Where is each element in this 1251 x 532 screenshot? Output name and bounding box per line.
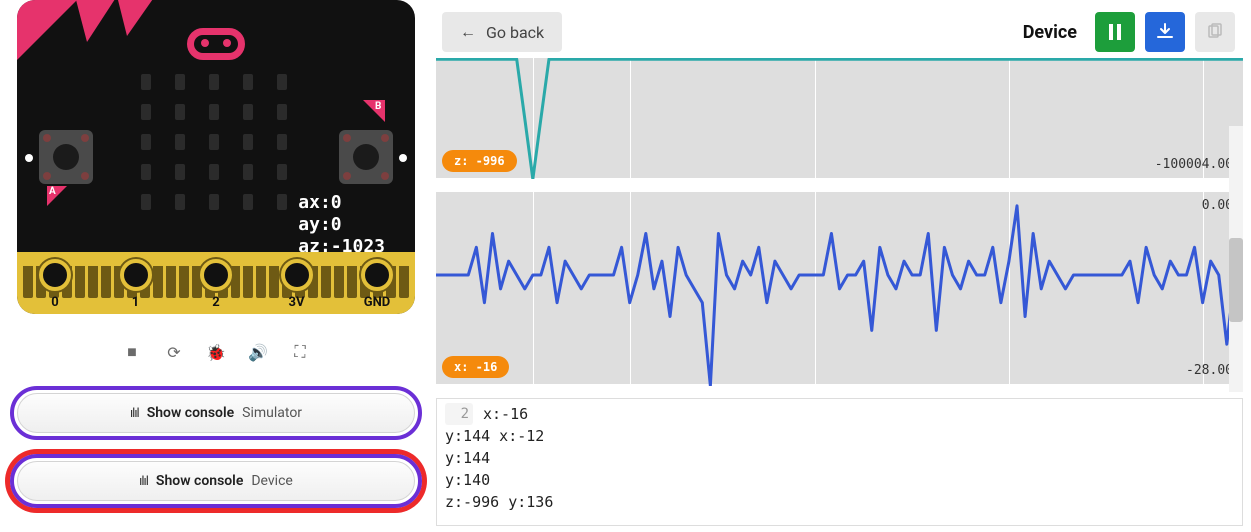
show-console-simulator[interactable]: ılıl Show console Simulator bbox=[10, 386, 422, 440]
download-icon bbox=[1156, 23, 1174, 41]
bug-icon[interactable]: 🐞 bbox=[200, 336, 232, 368]
arrow-left-icon: ← bbox=[460, 22, 476, 42]
console-label: Show console bbox=[156, 473, 243, 489]
log-gutter: 2 bbox=[445, 403, 473, 425]
accel-ay: ay:0 bbox=[298, 214, 385, 236]
chart-z: z: -996 -100004.00 bbox=[436, 58, 1243, 178]
pause-icon bbox=[1108, 24, 1122, 40]
log-line: x:-16 bbox=[483, 403, 528, 425]
pause-button[interactable] bbox=[1095, 12, 1135, 52]
pin-0[interactable]: 0 bbox=[31, 259, 79, 314]
chart-z-min: -100004.00 bbox=[1155, 157, 1233, 172]
button-a[interactable] bbox=[39, 130, 93, 184]
console-target: Simulator bbox=[242, 405, 302, 421]
go-back-button[interactable]: ← Go back bbox=[442, 12, 562, 52]
download-button[interactable] bbox=[1145, 12, 1185, 52]
fullscreen-icon[interactable]: ⛶ bbox=[284, 336, 316, 368]
stop-icon[interactable]: ■ bbox=[116, 336, 148, 368]
pin-1[interactable]: 1 bbox=[112, 259, 160, 314]
accel-ax: ax:0 bbox=[298, 192, 385, 214]
console-label: Show console bbox=[147, 405, 234, 421]
refresh-icon[interactable]: ⟳ bbox=[158, 336, 190, 368]
log-line: z:-996 y:136 bbox=[445, 491, 553, 513]
label-a: A bbox=[49, 186, 56, 197]
go-back-label: Go back bbox=[486, 23, 544, 42]
pin-2[interactable]: 2 bbox=[192, 259, 240, 314]
pin-3v[interactable]: 3V bbox=[273, 259, 321, 314]
chart-x-min: -28.00 bbox=[1186, 363, 1233, 378]
accel-readout: ax:0 ay:0 az:-1023 bbox=[298, 192, 385, 258]
led-matrix bbox=[141, 74, 289, 206]
copy-icon bbox=[1206, 23, 1224, 41]
chart-x-badge: x: -16 bbox=[442, 356, 509, 378]
sim-toolbar: ■ ⟳ 🐞 🔊 ⛶ bbox=[111, 332, 321, 372]
sound-icon[interactable]: 🔊 bbox=[242, 336, 274, 368]
log-line: y:140 bbox=[445, 469, 490, 491]
microbit-simulator[interactable]: A B ax:0 ay:0 az:-1023 0 1 2 3V GND bbox=[17, 0, 415, 314]
pin-gnd[interactable]: GND bbox=[353, 259, 401, 314]
console-log[interactable]: 2 x:-16 y:144 x:-12 y:144 y:140 z:-996 y:… bbox=[436, 398, 1243, 526]
board-logo bbox=[187, 28, 245, 60]
chart-z-badge: z: -996 bbox=[442, 150, 517, 172]
label-b: B bbox=[375, 101, 381, 112]
show-console-device[interactable]: ılıl Show console Device bbox=[10, 454, 422, 508]
log-line: y:144 x:-12 bbox=[445, 425, 544, 447]
chart-x: x: -16 0.00 -28.00 bbox=[436, 192, 1243, 384]
edge-pins: 0 1 2 3V GND bbox=[17, 252, 415, 314]
button-b[interactable] bbox=[339, 130, 393, 184]
copy-button[interactable] bbox=[1195, 12, 1235, 52]
charts-scrollbar[interactable] bbox=[1229, 126, 1243, 392]
console-target: Device bbox=[251, 473, 292, 489]
bars-icon: ılıl bbox=[139, 474, 148, 489]
log-line: y:144 bbox=[445, 447, 490, 469]
bars-icon: ılıl bbox=[130, 406, 139, 421]
device-title: Device bbox=[1023, 22, 1077, 43]
